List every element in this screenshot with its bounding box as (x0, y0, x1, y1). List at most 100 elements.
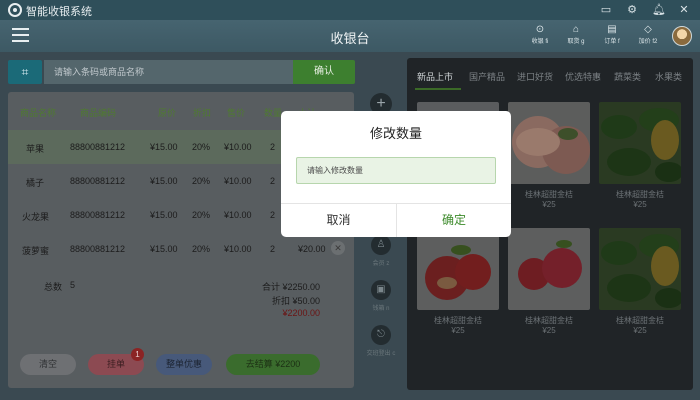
product-card[interactable]: 桂林超甜金桔 ¥25 (599, 102, 681, 209)
close-icon[interactable]: ✕ (678, 3, 690, 16)
col-header-qty: 数量 (264, 108, 283, 118)
stat-pickup[interactable]: ⌂ 取货 g (564, 24, 588, 45)
search-input[interactable]: 请输入条码或商品名称 (44, 60, 294, 84)
order-discount-button[interactable]: 整单优惠 (156, 354, 212, 375)
cell-discount: 20% (192, 142, 211, 152)
stat-label: 订单 f (604, 39, 620, 45)
quantity-input[interactable]: 请输入修改数量 (296, 157, 496, 184)
product-name: 桂林超甜金桔 (525, 190, 573, 199)
product-card[interactable]: 桂林超甜金桔 ¥25 (508, 102, 590, 209)
summary-total: 合计 ¥2250.00 (261, 282, 320, 292)
cell-name: 橘子 (26, 178, 45, 188)
cell-code: 88800881212 (70, 210, 126, 220)
tab-vegetables[interactable]: 蔬菜类 (614, 70, 641, 83)
gear-icon[interactable]: ⚙ (626, 3, 638, 16)
product-price: ¥25 (542, 326, 556, 335)
dialog-title: 修改数量 (369, 126, 422, 141)
avatar[interactable] (672, 26, 692, 46)
tab-new[interactable]: 新品上市 (417, 70, 453, 83)
cash-drawer-button[interactable]: ▣ 钱箱 n (362, 280, 400, 312)
tab-deals[interactable]: 优选特惠 (565, 70, 601, 83)
lemon-image (599, 102, 681, 184)
total-count-label: 总数 (44, 282, 63, 292)
product-name: 桂林超甜金桔 (616, 316, 664, 325)
product-card[interactable]: 桂林超甜金桔 ¥25 (508, 228, 590, 335)
cell-subtotal: ¥20.00 (298, 244, 326, 254)
cell-code: 88800881212 (70, 176, 126, 186)
member-icon: ♙ (371, 235, 391, 255)
app-logo-icon (8, 3, 22, 17)
cell-qty[interactable]: 2 (270, 176, 275, 186)
stat-cashier[interactable]: ⊙ 收银 fi (528, 24, 552, 45)
stat-label: 取货 g (567, 39, 585, 45)
bell-icon[interactable]: 🔔︎ (652, 3, 666, 16)
cell-price: ¥15.00 (150, 176, 178, 186)
product-card[interactable]: 桂林超甜金桔 ¥25 (599, 228, 681, 335)
cancel-button[interactable]: 取消 (281, 203, 396, 237)
cell-name: 火龙果 (22, 212, 50, 222)
cell-sale: ¥10.00 (224, 210, 252, 220)
side-label: 会员 z (372, 261, 390, 267)
clear-button[interactable]: 清空 (20, 354, 76, 375)
summary-payable: ¥2200.00 (282, 308, 320, 318)
lemon-image (599, 228, 681, 310)
tab-domestic[interactable]: 国产精品 (469, 70, 505, 83)
handover-button[interactable]: ⎋ 交班登出 c (362, 325, 400, 357)
col-header-code: 商品编码 (80, 108, 117, 118)
table-row[interactable]: 菠萝蜜 88800881212 ¥15.00 20% ¥10.00 2 ¥20.… (8, 232, 354, 266)
diamond-icon: ◇ (644, 24, 652, 35)
active-tab-indicator (415, 88, 461, 90)
remove-item-icon[interactable]: ✕ (331, 241, 345, 255)
member-button[interactable]: ♙ 会员 z (362, 235, 400, 267)
stat-label: 收银 fi (531, 39, 549, 45)
header-bar: 收银台 ⊙ 收银 fi ⌂ 取货 g ▤ 订单 f ◇ 加价 f2 (0, 20, 700, 52)
cell-sale: ¥10.00 (224, 244, 252, 254)
cell-name: 苹果 (26, 144, 45, 154)
col-header-discount: 折扣 (193, 108, 212, 118)
cell-qty[interactable]: 2 (270, 142, 275, 152)
search-confirm-button[interactable]: 确认 (293, 60, 355, 84)
cell-sale: ¥10.00 (224, 176, 252, 186)
cell-name: 菠萝蜜 (22, 246, 50, 256)
cell-discount: 20% (192, 176, 211, 186)
side-label: 交班登出 c (366, 351, 396, 357)
confirm-button[interactable]: 确定 (397, 203, 511, 237)
modify-quantity-dialog: 修改数量 请输入修改数量 取消 确定 (281, 111, 511, 237)
product-price: ¥25 (451, 326, 465, 335)
cell-price: ¥15.00 (150, 210, 178, 220)
product-price: ¥25 (633, 200, 647, 209)
peach-image (508, 102, 590, 184)
scan-icon[interactable]: ⌗ (8, 60, 42, 84)
product-price: ¥25 (542, 200, 556, 209)
product-name: 桂林超甜金桔 (616, 190, 664, 199)
header-stats: ⊙ 收银 fi ⌂ 取货 g ▤ 订单 f ◇ 加价 f2 (528, 24, 660, 45)
hold-count-badge: 1 (131, 348, 144, 361)
cell-price: ¥15.00 (150, 244, 178, 254)
checkout-button[interactable]: 去结算 ¥2200 (226, 354, 320, 375)
summary-discount: 折扣 ¥50.00 (271, 296, 320, 306)
cash-drawer-icon: ▣ (371, 280, 391, 300)
cell-price: ¥15.00 (150, 142, 178, 152)
handover-icon: ⎋ (371, 325, 391, 345)
monitor-icon[interactable]: ▭ (600, 3, 612, 16)
stat-markup[interactable]: ◇ 加价 f2 (636, 24, 660, 45)
cell-qty[interactable]: 2 (270, 210, 275, 220)
cell-qty[interactable]: 2 (270, 244, 275, 254)
product-card[interactable]: 桂林超甜金桔 ¥25 (417, 228, 499, 335)
cell-discount: 20% (192, 210, 211, 220)
col-header-name: 商品名称 (20, 108, 57, 118)
side-label: 钱箱 n (372, 306, 390, 312)
stat-label: 加价 f2 (638, 39, 658, 45)
tab-imported[interactable]: 进口好货 (517, 70, 553, 83)
stat-orders[interactable]: ▤ 订单 f (600, 24, 624, 45)
window-controls: ▭ ⚙ 🔔︎ ✕ (600, 3, 690, 16)
top-bar: 智能收银系统 ▭ ⚙ 🔔︎ ✕ (0, 0, 700, 20)
app-title: 智能收银系统 (26, 6, 92, 18)
apple-image (417, 228, 499, 310)
receipt-icon: ▤ (607, 24, 617, 35)
total-count: 5 (70, 280, 76, 290)
col-header-price: 原价 (158, 108, 177, 118)
category-tabs: 新品上市 国产精品 进口好货 优选特惠 蔬菜类 水果类 (407, 64, 693, 88)
tab-fruits[interactable]: 水果类 (655, 70, 682, 83)
cell-discount: 20% (192, 244, 211, 254)
